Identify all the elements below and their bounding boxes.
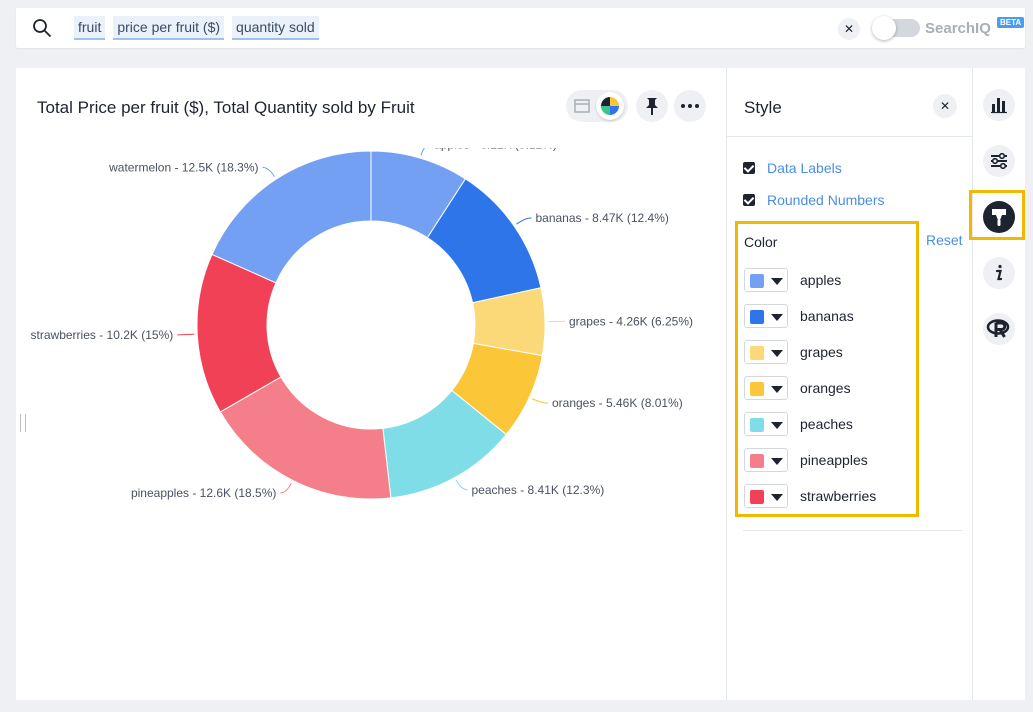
r-analysis-button[interactable] xyxy=(983,313,1015,345)
data-label-oranges: oranges - 5.46K (8.01%) xyxy=(552,396,683,410)
color-name: strawberries xyxy=(800,488,877,504)
searchiq-toggle[interactable] xyxy=(872,16,920,40)
data-label-peaches: peaches - 8.41K (12.3%) xyxy=(471,483,604,497)
color-row-grapes: grapes xyxy=(744,340,843,364)
color-heading: Color xyxy=(744,234,778,250)
label-connector xyxy=(280,482,292,494)
color-row-pineapples: pineapples xyxy=(744,448,868,472)
color-picker-button[interactable] xyxy=(744,448,788,472)
color-picker-button[interactable] xyxy=(744,412,788,436)
divider xyxy=(743,530,963,531)
caret-down-icon xyxy=(771,494,783,501)
more-options-button[interactable] xyxy=(674,90,706,122)
rounded-numbers-option[interactable]: Rounded Numbers xyxy=(743,190,885,210)
data-labels-checkbox[interactable] xyxy=(743,162,755,174)
color-name: bananas xyxy=(800,308,854,324)
rounded-numbers-checkbox[interactable] xyxy=(743,194,755,206)
table-view-icon[interactable] xyxy=(574,98,590,114)
caret-down-icon xyxy=(771,278,783,285)
color-row-apples: apples xyxy=(744,268,841,292)
color-picker-button[interactable] xyxy=(744,484,788,508)
pin-icon xyxy=(646,98,658,115)
visualization-switch[interactable] xyxy=(566,90,628,122)
data-labels-label[interactable]: Data Labels xyxy=(767,160,842,176)
close-icon: ✕ xyxy=(939,99,951,113)
label-connector xyxy=(531,398,548,404)
color-row-bananas: bananas xyxy=(744,304,854,328)
color-row-strawberries: strawberries xyxy=(744,484,876,508)
divider xyxy=(727,136,973,137)
right-rail xyxy=(969,68,1025,700)
color-swatch xyxy=(750,454,764,468)
chart-title: Total Price per fruit ($), Total Quantit… xyxy=(37,98,415,117)
color-name: oranges xyxy=(800,380,851,396)
caret-down-icon xyxy=(771,314,783,321)
searchiq-label: SearchIQ xyxy=(925,20,991,37)
data-label-bananas: bananas - 8.47K (12.4%) xyxy=(535,211,668,225)
data-label-grapes: grapes - 4.26K (6.25%) xyxy=(569,314,693,328)
label-connector xyxy=(420,148,426,156)
color-swatch xyxy=(750,274,764,288)
color-name: grapes xyxy=(800,344,843,360)
caret-down-icon xyxy=(771,386,783,393)
color-picker-button[interactable] xyxy=(744,376,788,400)
color-name: peaches xyxy=(800,416,853,432)
caret-down-icon xyxy=(771,458,783,465)
settings-button[interactable] xyxy=(983,145,1015,177)
info-button[interactable] xyxy=(983,257,1015,289)
color-picker-button[interactable] xyxy=(744,340,788,364)
caret-down-icon xyxy=(771,350,783,357)
data-label-watermelon: watermelon - 12.5K (18.3%) xyxy=(108,160,258,174)
color-swatch xyxy=(750,346,764,360)
close-style-panel-button[interactable]: ✕ xyxy=(933,94,957,118)
style-panel: Style ✕ Data Labels Rounded Numbers Rese… xyxy=(726,68,973,700)
color-picker-button[interactable] xyxy=(744,268,788,292)
color-swatch xyxy=(750,490,764,504)
color-name: pineapples xyxy=(800,452,868,468)
color-picker-button[interactable] xyxy=(744,304,788,328)
data-labels-option[interactable]: Data Labels xyxy=(743,158,842,178)
color-name: apples xyxy=(800,272,842,288)
search-token[interactable]: price per fruit ($) xyxy=(113,16,225,40)
label-connector xyxy=(455,479,468,491)
color-section: Color apples bananas grapes oranges peaches p… xyxy=(735,221,919,517)
rounded-numbers-label[interactable]: Rounded Numbers xyxy=(767,192,885,208)
r-language-icon xyxy=(986,319,1010,338)
color-row-oranges: oranges xyxy=(744,376,851,400)
color-swatch xyxy=(750,418,764,432)
search-icon xyxy=(33,19,51,37)
answer-panel: Total Price per fruit ($), Total Quantit… xyxy=(16,68,1025,700)
pie-chart-icon xyxy=(601,97,619,115)
chart-view-button[interactable] xyxy=(596,92,624,120)
search-bar[interactable]: fruit price per fruit ($) quantity sold … xyxy=(16,8,1025,48)
label-connector xyxy=(516,217,532,225)
reset-colors-link[interactable]: Reset xyxy=(926,232,963,248)
paint-brush-icon xyxy=(992,209,1006,226)
donut-chart: apples - 6.22K (9.12%) bananas - 8.47K (1… xyxy=(31,148,693,500)
color-row-peaches: peaches xyxy=(744,412,853,436)
close-icon: ✕ xyxy=(843,22,855,36)
search-token[interactable]: quantity sold xyxy=(232,16,319,40)
pin-button[interactable] xyxy=(636,90,668,122)
data-label-pineapples: pineapples - 12.6K (18.5%) xyxy=(131,486,276,500)
style-button[interactable] xyxy=(983,201,1015,233)
sliders-icon xyxy=(991,152,1007,170)
label-connector xyxy=(177,333,195,336)
bar-chart-icon xyxy=(991,98,1007,114)
style-panel-title: Style xyxy=(744,98,782,117)
label-connector xyxy=(262,166,275,177)
info-icon xyxy=(995,264,1003,281)
more-icon xyxy=(681,104,699,108)
search-tokens: fruit price per fruit ($) quantity sold xyxy=(74,16,319,40)
caret-down-icon xyxy=(771,422,783,429)
clear-search-button[interactable]: ✕ xyxy=(838,18,860,40)
color-swatch xyxy=(750,382,764,396)
data-label-apples: apples - 6.22K (9.12%) xyxy=(434,148,557,152)
toggle-knob xyxy=(872,16,896,40)
color-swatch xyxy=(750,310,764,324)
data-label-strawberries: strawberries - 10.2K (15%) xyxy=(31,328,174,342)
beta-badge: BETA xyxy=(997,17,1025,28)
chart-config-button[interactable] xyxy=(983,89,1015,121)
search-token[interactable]: fruit xyxy=(74,16,106,40)
